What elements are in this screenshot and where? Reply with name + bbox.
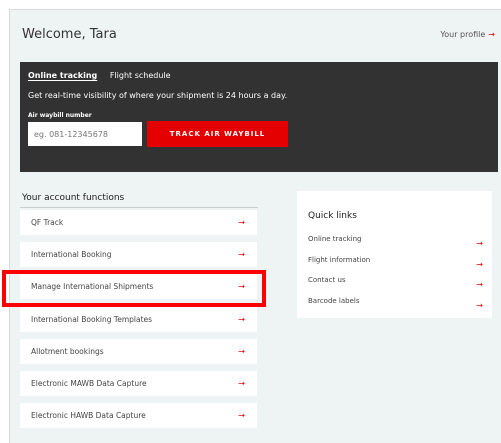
arrow-right-icon: →	[476, 301, 483, 311]
function-item-manage-international-shipments[interactable]: Manage International Shipments →	[20, 274, 257, 300]
quick-link-barcode-labels[interactable]: Barcode labels →	[308, 297, 483, 318]
function-label: Electronic HAWB Data Capture	[31, 411, 146, 421]
function-label: International Booking Templates	[31, 314, 153, 324]
function-label: QF Track	[31, 218, 64, 227]
function-label: International Booking	[31, 250, 112, 260]
arrow-right-icon: →	[238, 346, 245, 356]
quick-links-panel: Quick links Online tracking → Flight inf…	[297, 191, 492, 318]
tracking-panel: Online tracking Flight schedule Get real…	[20, 62, 498, 172]
welcome-heading: Welcome, Tara	[22, 27, 117, 42]
arrow-right-icon: →	[476, 259, 483, 269]
function-item-international-booking-templates[interactable]: International Booking Templates →	[20, 306, 257, 332]
arrow-right-icon: →	[476, 280, 483, 290]
function-item-international-booking[interactable]: International Booking →	[20, 242, 257, 268]
awb-label: Air waybill number	[28, 112, 92, 119]
tab-online-tracking[interactable]: Online tracking	[28, 71, 97, 80]
function-item-qf-track[interactable]: QF Track →	[20, 210, 257, 235]
account-functions-heading: Your account functions	[22, 193, 125, 203]
profile-link[interactable]: Your profile →	[440, 30, 495, 39]
tracking-description: Get real-time visibility of where your s…	[28, 91, 288, 100]
quick-link-contact-us[interactable]: Contact us →	[308, 276, 483, 297]
function-item-electronic-mawb[interactable]: Electronic MAWB Data Capture →	[20, 370, 257, 396]
arrow-right-icon: →	[238, 314, 245, 324]
arrow-right-icon: →	[238, 411, 245, 421]
quick-link-online-tracking[interactable]: Online tracking →	[308, 235, 483, 256]
function-label: Manage International Shipments	[31, 282, 154, 292]
arrow-right-icon: →	[238, 378, 245, 388]
awb-input[interactable]	[28, 122, 142, 146]
quick-link-label: Flight information	[308, 255, 371, 264]
function-item-electronic-hawb[interactable]: Electronic HAWB Data Capture →	[20, 403, 257, 429]
function-label: Allotment bookings	[31, 346, 104, 356]
quick-link-label: Online tracking	[308, 235, 362, 243]
quick-link-label: Contact us	[308, 276, 346, 285]
quick-links-list: Online tracking → Flight information → C…	[308, 235, 483, 318]
arrow-right-icon: →	[238, 282, 245, 292]
dashboard-frame: Welcome, Tara Your profile → Online track…	[9, 9, 501, 443]
tracking-tabs: Online tracking Flight schedule	[28, 71, 181, 80]
arrow-right-icon: →	[238, 250, 245, 260]
arrow-right-icon: →	[476, 239, 483, 248]
quick-links-title: Quick links	[308, 211, 357, 221]
quick-link-flight-information[interactable]: Flight information →	[308, 256, 483, 277]
arrow-right-icon: →	[238, 218, 245, 227]
account-functions-list: QF Track → International Booking → Manag…	[20, 210, 257, 435]
function-label: Electronic MAWB Data Capture	[31, 378, 147, 388]
function-item-allotment-bookings[interactable]: Allotment bookings →	[20, 338, 257, 364]
quick-link-label: Barcode labels	[308, 297, 360, 306]
divider	[20, 207, 258, 208]
profile-link-label: Your profile	[440, 30, 486, 39]
tab-flight-schedule[interactable]: Flight schedule	[110, 71, 171, 80]
track-air-waybill-button[interactable]: TRACK AIR WAYBILL	[147, 121, 288, 147]
arrow-right-icon: →	[488, 30, 495, 39]
